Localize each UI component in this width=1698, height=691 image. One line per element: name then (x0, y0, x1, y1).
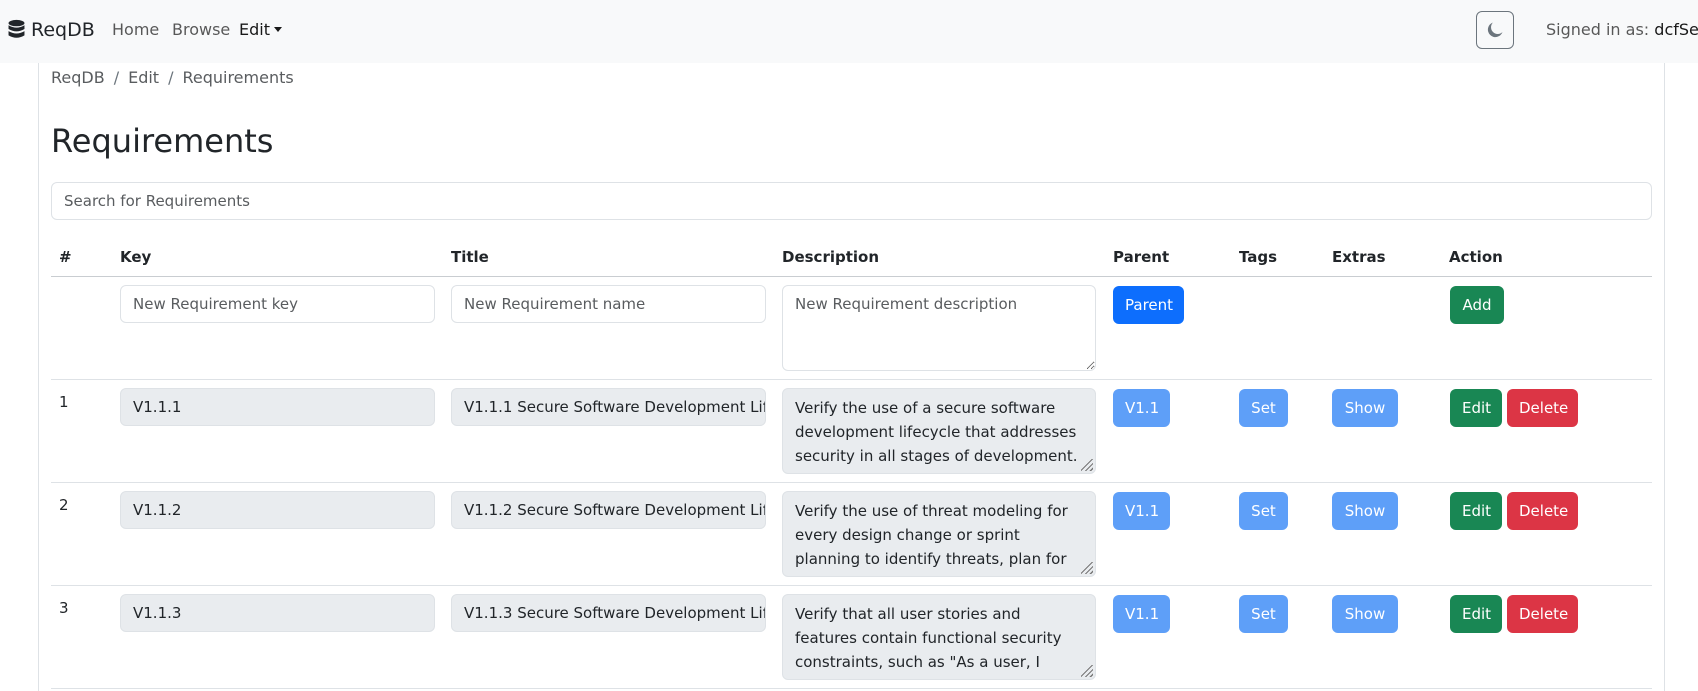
nav-edit-label: Edit (239, 20, 270, 39)
delete-button[interactable]: Delete (1507, 389, 1578, 427)
col-header-index: # (59, 248, 72, 266)
navbar-brand[interactable]: ReqDB (8, 19, 95, 41)
row-divider (51, 688, 1652, 689)
row-divider (51, 482, 1652, 483)
col-header-action: Action (1449, 248, 1503, 266)
key-field: V1.1.1 (120, 388, 435, 426)
row-divider (51, 379, 1652, 380)
row-index: 2 (59, 496, 69, 514)
new-name-input[interactable] (451, 285, 766, 323)
theme-toggle-button[interactable] (1476, 11, 1514, 49)
col-header-extras: Extras (1332, 248, 1386, 266)
nav-browse[interactable]: Browse (172, 20, 230, 39)
row-divider (51, 585, 1652, 586)
col-header-tags: Tags (1239, 248, 1278, 266)
parent-button[interactable]: V1.1 (1113, 492, 1170, 530)
nav-home[interactable]: Home (112, 20, 159, 39)
navbar: ReqDB Home Browse Edit Signed in as: dcf… (0, 0, 1698, 63)
description-field[interactable]: Verify the use of a secure software deve… (782, 388, 1096, 474)
user-menu[interactable]: Signed in as: dcfSec (1546, 20, 1698, 39)
nav-edit-dropdown[interactable]: Edit (239, 20, 282, 39)
description-text: Verify the use of threat modeling for ev… (795, 502, 1068, 568)
table-header-divider (51, 276, 1652, 277)
breadcrumb-reqdb[interactable]: ReqDB (51, 68, 105, 87)
title-field: V1.1.1 Secure Software Development Life (451, 388, 766, 426)
edit-button[interactable]: Edit (1450, 492, 1502, 530)
database-icon (8, 19, 25, 38)
delete-button[interactable]: Delete (1507, 595, 1578, 633)
col-header-description: Description (782, 248, 880, 266)
parent-button[interactable]: Parent (1113, 286, 1184, 324)
edit-button[interactable]: Edit (1450, 389, 1502, 427)
breadcrumb: ReqDB / Edit / Requirements (51, 68, 294, 87)
parent-button[interactable]: V1.1 (1113, 389, 1170, 427)
key-field: V1.1.2 (120, 491, 435, 529)
signed-in-label: Signed in as: (1546, 20, 1650, 39)
breadcrumb-separator: / (113, 68, 120, 87)
key-field: V1.1.3 (120, 594, 435, 632)
resize-grip-icon[interactable] (1081, 459, 1093, 471)
edit-button[interactable]: Edit (1450, 595, 1502, 633)
extras-show-button[interactable]: Show (1332, 492, 1398, 530)
chevron-down-icon (273, 27, 282, 32)
parent-button[interactable]: V1.1 (1113, 595, 1170, 633)
description-text: Verify the use of a secure software deve… (795, 399, 1078, 465)
resize-grip-icon[interactable] (1081, 665, 1093, 677)
col-header-key: Key (120, 248, 152, 266)
add-button[interactable]: Add (1450, 286, 1504, 324)
description-field[interactable]: Verify that all user stories and feature… (782, 594, 1096, 680)
new-description-input[interactable] (782, 285, 1096, 371)
breadcrumb-edit[interactable]: Edit (128, 68, 159, 87)
col-header-title: Title (451, 248, 489, 266)
page-title: Requirements (51, 122, 274, 160)
username: dcfSec (1654, 20, 1698, 39)
tags-set-button[interactable]: Set (1239, 595, 1288, 633)
col-header-parent: Parent (1113, 248, 1170, 266)
resize-grip-icon[interactable] (1081, 562, 1093, 574)
description-text: Verify that all user stories and feature… (795, 605, 1062, 679)
tags-set-button[interactable]: Set (1239, 389, 1288, 427)
description-field[interactable]: Verify the use of threat modeling for ev… (782, 491, 1096, 577)
new-key-input[interactable] (120, 285, 435, 323)
title-field: V1.1.3 Secure Software Development Life (451, 594, 766, 632)
delete-button[interactable]: Delete (1507, 492, 1578, 530)
title-field: V1.1.2 Secure Software Development Life (451, 491, 766, 529)
breadcrumb-separator: / (168, 68, 174, 87)
brand-label: ReqDB (31, 19, 95, 41)
row-index: 1 (59, 393, 69, 411)
breadcrumb-requirements: Requirements (182, 68, 294, 87)
tags-set-button[interactable]: Set (1239, 492, 1288, 530)
extras-show-button[interactable]: Show (1332, 389, 1398, 427)
search-input[interactable] (51, 182, 1652, 220)
row-index: 3 (59, 599, 69, 617)
extras-show-button[interactable]: Show (1332, 595, 1398, 633)
moon-icon (1487, 22, 1503, 38)
